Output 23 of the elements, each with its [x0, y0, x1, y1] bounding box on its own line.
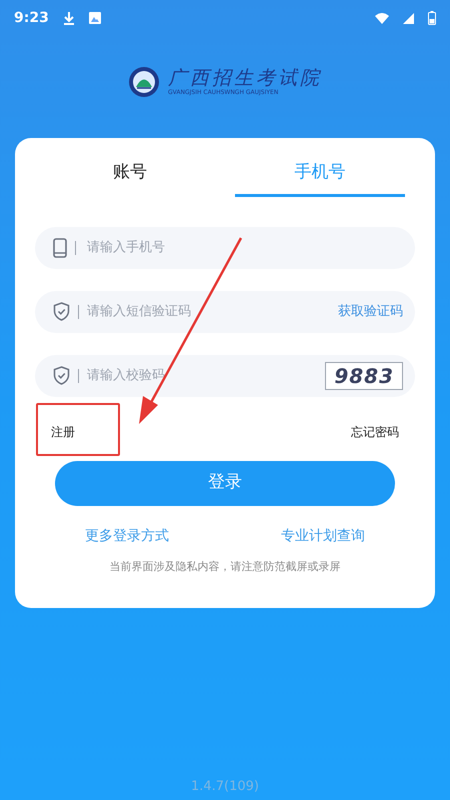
version-label: 1.4.7(109) — [190, 778, 260, 796]
captcha-image[interactable]: 9883 — [325, 362, 403, 390]
text-link[interactable]: 更多登录方式 — [85, 526, 169, 546]
phone-icon — [53, 238, 67, 258]
forgot-password-link[interactable]: 忘记密码 — [351, 422, 399, 440]
shield-check-icon — [53, 366, 70, 385]
wifi-icon — [375, 12, 389, 24]
tab[interactable]: 账号 — [45, 160, 215, 196]
download-icon — [62, 11, 75, 25]
shield-check-icon — [53, 302, 70, 321]
status-time: 9:23 — [14, 8, 49, 28]
login-button[interactable]: 登录 — [55, 460, 395, 506]
battery-icon — [428, 11, 436, 25]
logo-title: 广西招生考试院 — [168, 67, 322, 89]
privacy-notice: 当前界面涉及隐私内容，请注意防范截屏或录屏 — [108, 558, 342, 574]
image-icon — [88, 12, 101, 24]
emblem-icon — [128, 66, 160, 98]
input-field[interactable]: 请输入手机号 — [35, 226, 415, 268]
signal-icon — [403, 12, 414, 24]
tab[interactable]: 手机号 — [235, 160, 405, 196]
get-code-link[interactable]: 获取验证码 — [338, 302, 403, 322]
text-link[interactable]: 专业计划查询 — [281, 526, 365, 546]
register-link[interactable]: 注册 — [51, 422, 75, 440]
